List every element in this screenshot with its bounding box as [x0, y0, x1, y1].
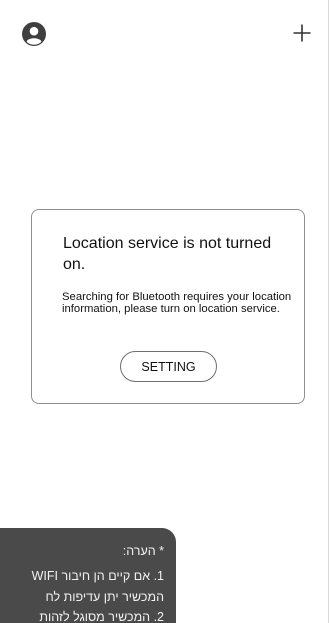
add-device-button[interactable]: [287, 18, 317, 48]
user-avatar-icon[interactable]: [22, 22, 46, 46]
note-line-3: 2. המכשיר מסוגל לזהות: [39, 610, 164, 623]
app-screen: Location service is not turned on. Searc…: [0, 0, 329, 623]
location-service-dialog: Location service is not turned on. Searc…: [31, 209, 305, 404]
note-line-2: המכשיר יתן עדיפות לח: [45, 590, 164, 604]
dialog-message: Searching for Bluetooth requires your lo…: [62, 291, 292, 315]
dialog-title: Location service is not turned on.: [63, 235, 272, 273]
setting-button[interactable]: SETTING: [120, 351, 217, 382]
note-toast: * הערה: 1. אם קיים הן חיבור WIFI המכשיר …: [0, 528, 176, 623]
note-heading: * הערה:: [122, 544, 164, 558]
note-line-1: 1. אם קיים הן חיבור WIFI: [31, 569, 164, 583]
plus-icon: [293, 24, 311, 42]
